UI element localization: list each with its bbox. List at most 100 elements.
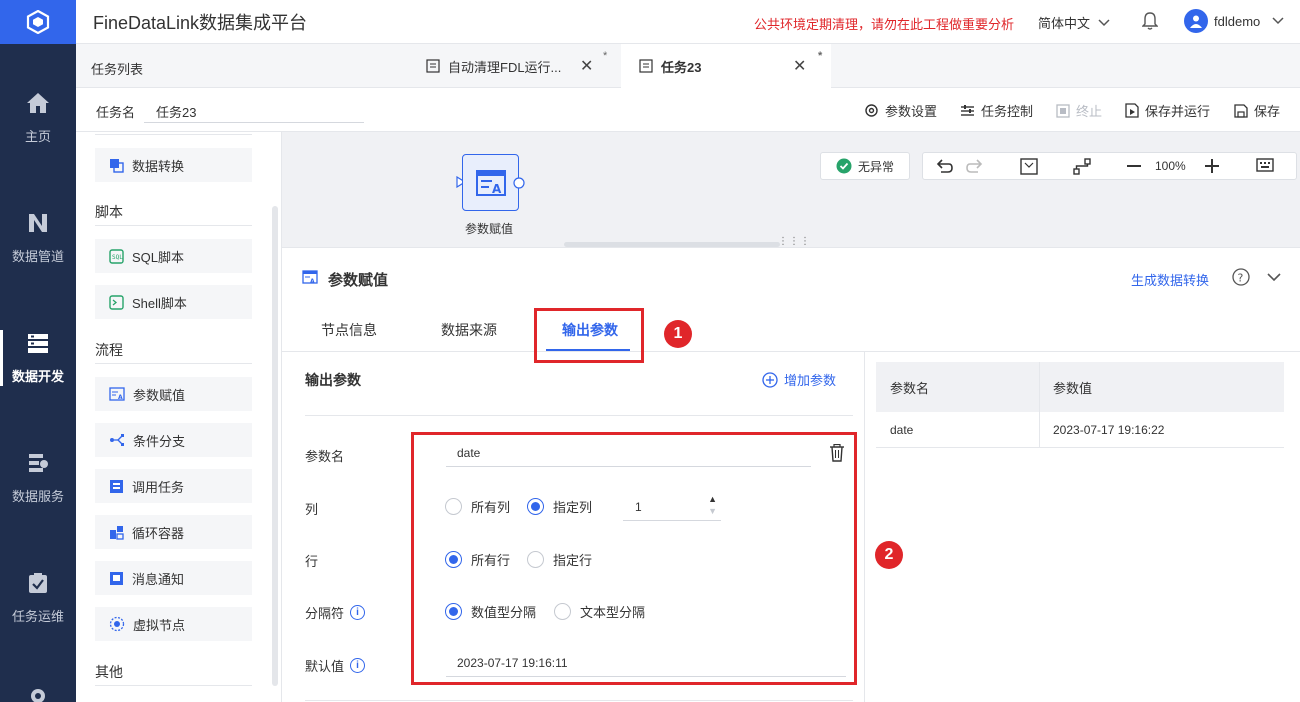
group-title-other: 其他	[95, 664, 123, 680]
param-assign-node[interactable]: A	[462, 154, 519, 211]
develop-icon	[28, 333, 48, 353]
param-settings-button[interactable]: 参数设置	[864, 101, 937, 120]
loop-icon	[110, 525, 124, 540]
check-circle-icon	[836, 158, 852, 174]
resize-handle[interactable]: ⋮⋮⋮	[778, 236, 811, 247]
task-name-label: 任务名	[96, 105, 136, 120]
undo-icon[interactable]	[935, 158, 953, 174]
group-title-script: 脚本	[95, 204, 123, 220]
button-label: 终止	[1076, 104, 1103, 119]
user-icon	[1190, 15, 1202, 28]
save-button[interactable]: 保存	[1234, 101, 1280, 120]
tab-task23[interactable]: 任务23 ✕ *	[621, 44, 831, 88]
close-icon[interactable]: ✕	[580, 56, 593, 76]
nav-item-home[interactable]: 主页	[0, 68, 76, 168]
collapse-chevron-icon[interactable]	[1267, 273, 1281, 282]
generate-transform-link[interactable]: 生成数据转换	[1131, 270, 1209, 289]
modified-marker: *	[603, 50, 608, 62]
task-tab-bar: 任务列表 自动清理FDL运行... ✕ * 任务23 ✕ *	[76, 44, 1300, 88]
modified-marker: *	[818, 50, 823, 62]
svg-text:SQL: SQL	[112, 254, 123, 261]
task-name-input[interactable]: 任务23	[144, 96, 364, 123]
palette-item-message-notify[interactable]: 消息通知	[95, 561, 252, 595]
top-bar: FineDataLink数据集成平台 公共环境定期清理，请勿在此工程做重要分析 …	[76, 0, 1300, 44]
close-icon[interactable]: ✕	[793, 56, 806, 76]
param-assign-icon: A	[475, 169, 506, 196]
task-file-icon	[639, 59, 653, 73]
nav-item-pipeline[interactable]: 数据管道	[0, 188, 76, 288]
info-icon[interactable]: i	[350, 658, 366, 673]
user-menu[interactable]: fdldemo	[1184, 9, 1284, 33]
nav-item-develop[interactable]: 数据开发	[0, 308, 76, 408]
layout-icon[interactable]	[1073, 158, 1091, 175]
tab-node-info[interactable]: 节点信息	[321, 320, 377, 340]
info-icon[interactable]: i	[350, 605, 366, 620]
nav-item-service[interactable]: 数据服务	[0, 428, 76, 528]
svg-text:?: ?	[1238, 272, 1244, 285]
nav-item-ops[interactable]: 任务运维	[0, 548, 76, 648]
settings-gear-icon[interactable]	[28, 686, 48, 702]
fit-view-icon[interactable]	[1020, 158, 1038, 175]
tab-data-source[interactable]: 数据来源	[441, 320, 497, 340]
sliders-icon	[961, 104, 974, 116]
palette-item-shell-script[interactable]: Shell脚本	[95, 285, 252, 319]
palette-item-data-transform[interactable]: 数据转换	[95, 148, 252, 182]
row-label: 行	[305, 554, 319, 569]
panel-title: 参数赋值	[328, 272, 389, 289]
divider	[95, 363, 252, 364]
palette-item-invoke-task[interactable]: 调用任务	[95, 469, 252, 503]
zoom-out-icon[interactable]	[1127, 165, 1141, 168]
username: fdldemo	[1214, 13, 1261, 29]
help-icon[interactable]: ?	[1232, 268, 1250, 286]
tab-label: 任务23	[661, 59, 702, 75]
palette-item-label: 虚拟节点	[133, 617, 186, 633]
app-logo[interactable]	[0, 0, 76, 44]
bell-icon[interactable]	[1142, 12, 1158, 30]
palette-item-sql-script[interactable]: SQL SQL脚本	[95, 239, 252, 273]
default-value-label: 默认值 i	[305, 656, 366, 675]
palette-item-param-assign[interactable]: A 参数赋值	[95, 377, 252, 411]
header-param-value: 参数值	[1053, 380, 1093, 396]
status-badge[interactable]: 无异常	[820, 152, 910, 180]
stop-icon	[1056, 103, 1070, 118]
logo-icon	[26, 10, 50, 34]
palette-item-label: 调用任务	[132, 479, 185, 495]
palette-scrollbar[interactable]	[272, 206, 278, 686]
add-param-button[interactable]: 增加参数	[762, 370, 836, 389]
palette-item-label: Shell脚本	[132, 295, 187, 311]
node-out-port[interactable]	[513, 177, 525, 189]
annotation-marker-2: 2	[875, 541, 903, 569]
task-control-button[interactable]: 任务控制	[960, 101, 1033, 120]
home-icon	[27, 92, 49, 113]
button-label: 增加参数	[784, 373, 837, 388]
annotation-box-2	[411, 432, 857, 685]
palette-item-virtual-node[interactable]: 虚拟节点	[95, 607, 252, 641]
keyboard-icon[interactable]	[1256, 158, 1274, 172]
branch-icon	[110, 434, 124, 446]
language-selector[interactable]: 简体中文	[1038, 13, 1110, 32]
chevron-down-icon	[1272, 17, 1284, 25]
palette-item-condition-branch[interactable]: 条件分支	[95, 423, 252, 457]
table-row: date 2023-07-17 19:16:22	[876, 412, 1284, 448]
button-label: 保存并运行	[1145, 104, 1211, 119]
annotation-box-1	[534, 308, 644, 363]
plus-circle-icon	[762, 371, 778, 388]
flow-canvas[interactable]: A 参数赋值 无异常 100% ⋮⋮⋮	[282, 132, 1300, 247]
save-run-button[interactable]: 保存并运行	[1124, 101, 1210, 120]
zoom-in-icon[interactable]	[1205, 159, 1219, 173]
divider	[305, 415, 853, 416]
nav-label: 主页	[24, 128, 51, 144]
tab-cleanup-task[interactable]: 自动清理FDL运行... ✕ *	[412, 44, 620, 88]
palette-item-loop-container[interactable]: 循环容器	[95, 515, 252, 549]
task-file-icon	[426, 59, 440, 73]
stop-button[interactable]: 终止	[1056, 101, 1102, 120]
task-list-link[interactable]: 任务列表	[91, 59, 143, 78]
main-nav: 主页 数据管道 数据开发 数据服务 任务运维	[0, 0, 76, 702]
ops-icon	[29, 572, 47, 593]
pipeline-icon	[29, 213, 47, 232]
nav-label: 数据开发	[11, 368, 64, 384]
divider	[95, 685, 252, 686]
svg-text:A: A	[118, 394, 123, 401]
redo-icon[interactable]	[966, 158, 984, 174]
divider	[305, 700, 853, 701]
